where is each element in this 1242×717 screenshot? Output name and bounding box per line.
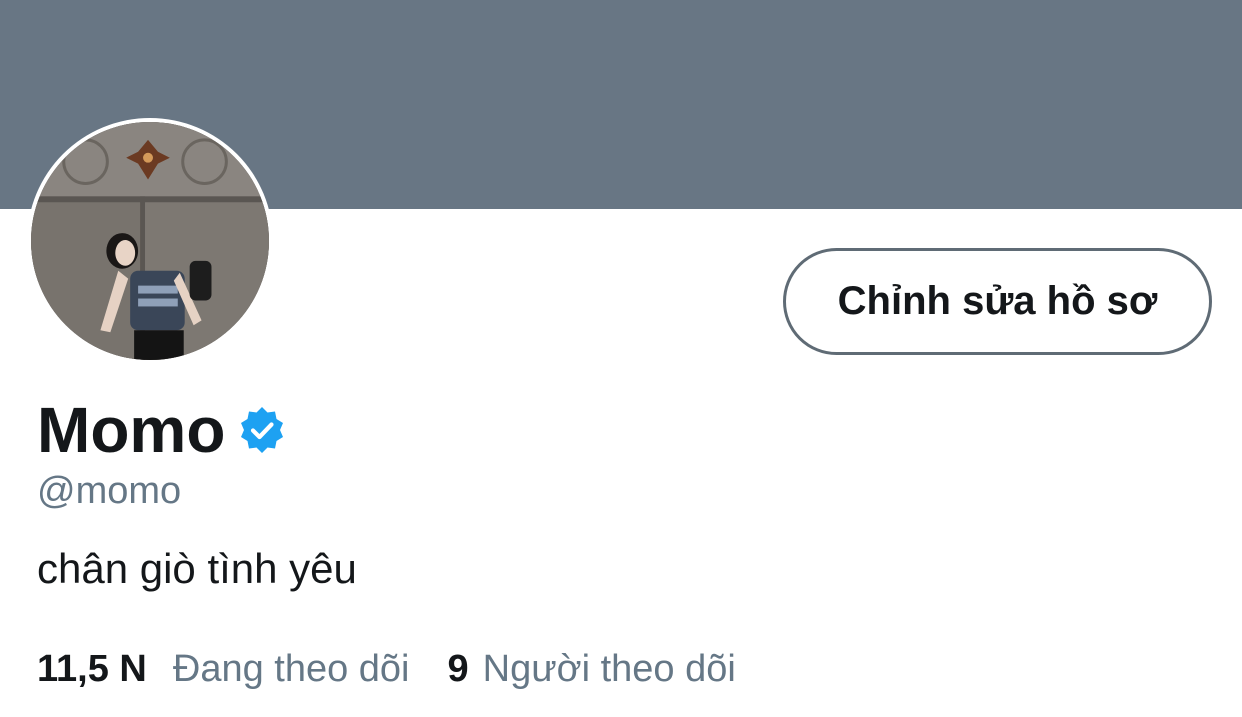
followers-stat[interactable]: 9 Người theo dõi: [448, 648, 736, 691]
following-count: 11,5 N: [37, 648, 147, 690]
followers-label: Người theo dõi: [482, 648, 736, 690]
followers-count: 9: [447, 648, 469, 690]
avatar-photo: [31, 122, 269, 360]
follow-stats: 11,5 N Đang theo dõi 9 Người theo dõi: [37, 648, 736, 691]
name-row: Momo: [37, 390, 287, 470]
edit-profile-button[interactable]: Chỉnh sửa hồ sơ: [783, 248, 1212, 355]
display-name: Momo: [37, 394, 226, 466]
user-handle: @momo: [37, 470, 182, 512]
verified-badge-icon: [241, 407, 284, 453]
following-stat[interactable]: 11,5 N Đang theo dõi: [37, 648, 410, 691]
avatar[interactable]: [27, 118, 273, 364]
following-label: Đang theo dõi: [172, 648, 410, 690]
bio: chân giò tình yêu: [37, 545, 357, 592]
